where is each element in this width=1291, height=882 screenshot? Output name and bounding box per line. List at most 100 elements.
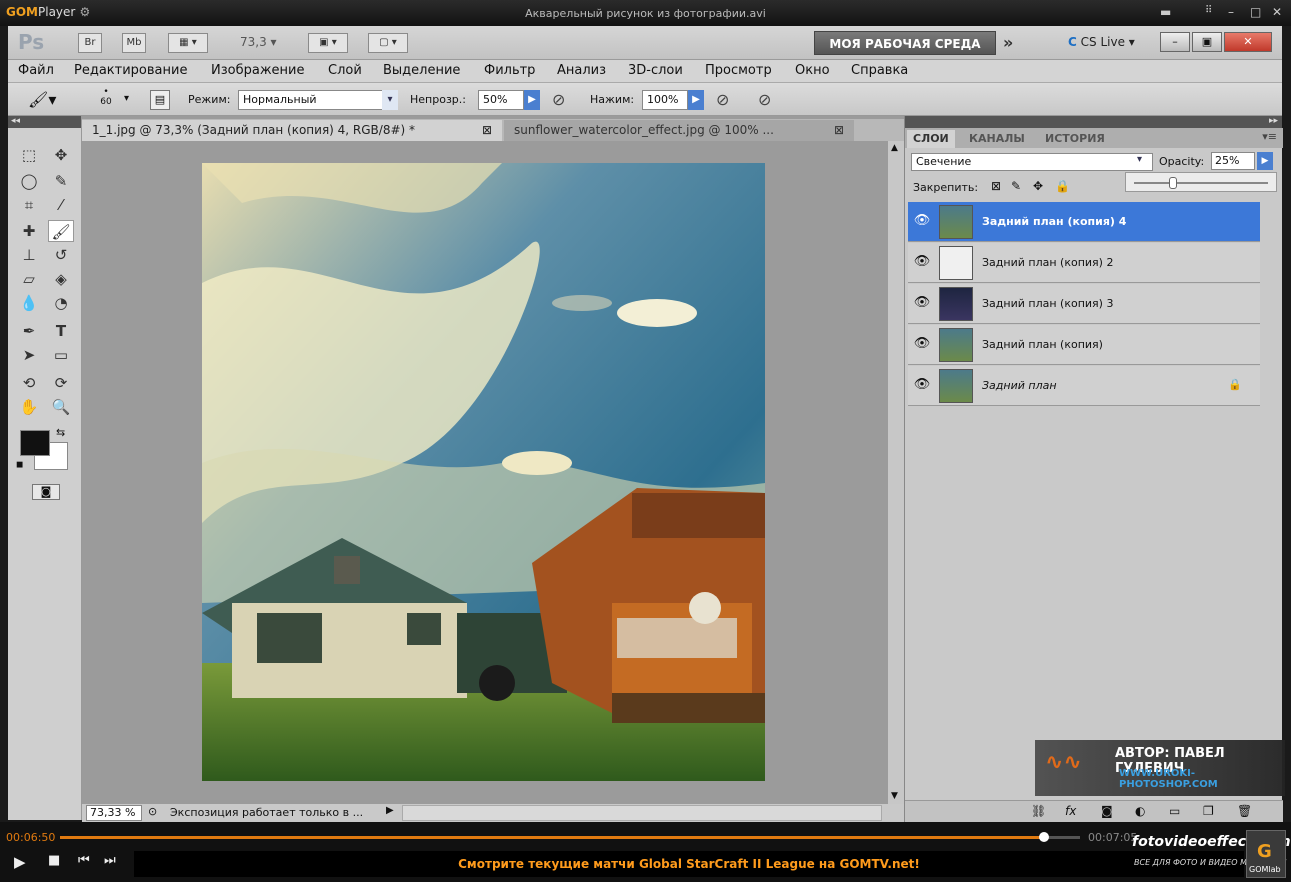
- ps-close-button[interactable]: ✕: [1224, 32, 1272, 52]
- brush-tool-preset-icon[interactable]: 🖌▾: [28, 90, 56, 109]
- flow-slider-icon[interactable]: ▶: [688, 90, 704, 110]
- flow-field[interactable]: 100%: [642, 90, 688, 110]
- panel-menu-icon[interactable]: ▾≡: [1262, 130, 1277, 143]
- menu-help[interactable]: Справка: [851, 63, 908, 78]
- layer-opacity-field[interactable]: 25%: [1211, 152, 1255, 170]
- arrange-documents-button[interactable]: ▣ ▾: [308, 33, 348, 53]
- tab-channels[interactable]: КАНАЛЫ: [963, 130, 1031, 148]
- layer-row[interactable]: 👁 Задний план (копия) 4: [908, 202, 1260, 242]
- foreground-color-swatch[interactable]: [20, 430, 50, 456]
- canvas-vertical-scrollbar[interactable]: ▲ ▼: [888, 141, 904, 806]
- gomlab-logo[interactable]: G GOMlab: [1246, 830, 1286, 878]
- visibility-eye-icon[interactable]: 👁: [911, 333, 933, 355]
- marquee-tool-icon[interactable]: ⬚: [16, 144, 42, 166]
- quick-mask-icon[interactable]: ◙: [32, 484, 60, 500]
- tools-panel-header[interactable]: ◂◂: [8, 116, 81, 128]
- hand-tool-icon[interactable]: ✋: [16, 396, 42, 418]
- bridge-button[interactable]: Br: [78, 33, 102, 53]
- status-menu-arrow-icon[interactable]: ▶: [386, 805, 394, 816]
- doc-tab-inactive[interactable]: sunflower_watercolor_effect.jpg @ 100% .…: [504, 120, 854, 141]
- crop-tool-icon[interactable]: ⌗: [16, 194, 42, 216]
- gom-minimize-mini-icon[interactable]: ▬: [1160, 5, 1171, 19]
- brush-picker-arrow-icon[interactable]: ▾: [124, 93, 129, 104]
- close-tab-icon[interactable]: ⊠: [834, 120, 844, 140]
- lasso-tool-icon[interactable]: ◯: [16, 170, 42, 192]
- status-info-icon[interactable]: ⊙: [148, 805, 157, 818]
- blend-mode-select[interactable]: Свечение: [911, 153, 1153, 171]
- layer-row[interactable]: 👁 Задний план 🔒: [908, 366, 1260, 406]
- close-tab-icon[interactable]: ⊠: [482, 120, 492, 140]
- new-group-icon[interactable]: ▭: [1169, 804, 1180, 818]
- layer-row[interactable]: 👁 Задний план (копия) 3: [908, 284, 1260, 324]
- previous-icon[interactable]: ⏮: [78, 853, 90, 868]
- document-canvas[interactable]: [202, 163, 765, 781]
- seek-bar[interactable]: [60, 832, 1080, 842]
- brush-size-picker[interactable]: • 60: [94, 87, 118, 107]
- gom-restore-icon[interactable]: ⠿: [1205, 5, 1212, 16]
- tablet-opacity-icon[interactable]: ⊘: [552, 90, 565, 109]
- dodge-tool-icon[interactable]: ◔: [48, 292, 74, 314]
- 3d-rotate-tool-icon[interactable]: ⟲: [16, 372, 42, 394]
- menu-select[interactable]: Выделение: [383, 63, 460, 78]
- play-icon[interactable]: ▶: [14, 853, 26, 871]
- pen-tool-icon[interactable]: ✒: [16, 320, 42, 342]
- 3d-orbit-tool-icon[interactable]: ⟳: [48, 372, 74, 394]
- menu-file[interactable]: Файл: [18, 63, 54, 78]
- lock-position-icon[interactable]: ✥: [1033, 179, 1043, 193]
- quick-selection-tool-icon[interactable]: ✎: [48, 170, 74, 192]
- status-zoom-field[interactable]: 73,33 %: [86, 805, 142, 821]
- type-tool-icon[interactable]: T: [48, 320, 74, 342]
- lock-transparency-icon[interactable]: ⊠: [991, 179, 1001, 193]
- workspace-button[interactable]: МОЯ РАБОЧАЯ СРЕДА: [814, 31, 996, 55]
- ps-restore-button[interactable]: ▣: [1192, 32, 1222, 52]
- move-tool-icon[interactable]: ✥: [48, 144, 74, 166]
- menu-layer[interactable]: Слой: [328, 63, 362, 78]
- delete-layer-icon[interactable]: 🗑: [1237, 804, 1252, 818]
- seek-thumb[interactable]: [1039, 832, 1050, 842]
- menu-window[interactable]: Окно: [795, 63, 830, 78]
- history-brush-tool-icon[interactable]: ↺: [48, 244, 74, 266]
- expand-icon[interactable]: ▸▸: [1269, 116, 1278, 126]
- eyedropper-tool-icon[interactable]: ⁄: [48, 194, 74, 216]
- default-colors-icon[interactable]: ◼: [16, 460, 23, 470]
- airbrush-icon[interactable]: ⊘: [716, 90, 729, 109]
- mode-dropdown-icon[interactable]: ▾: [382, 90, 398, 110]
- clone-stamp-tool-icon[interactable]: ⊥: [16, 244, 42, 266]
- tablet-size-icon[interactable]: ⊘: [758, 90, 771, 109]
- lock-pixels-icon[interactable]: ✎: [1011, 179, 1021, 193]
- gom-minimize-icon[interactable]: –: [1228, 5, 1234, 19]
- menu-filter[interactable]: Фильтр: [484, 63, 535, 78]
- gom-maximize-icon[interactable]: □: [1250, 5, 1261, 19]
- brush-panel-toggle-icon[interactable]: ▤: [150, 90, 170, 110]
- layer-row[interactable]: 👁 Задний план (копия) 2: [908, 243, 1260, 283]
- view-extras-button[interactable]: ▦ ▾: [168, 33, 208, 53]
- ticker-banner[interactable]: Смотрите текущие матчи Global StarCraft …: [134, 851, 1244, 877]
- tab-history[interactable]: ИСТОРИЯ: [1039, 130, 1111, 148]
- stop-icon[interactable]: ■: [48, 853, 60, 868]
- opacity-slider-thumb[interactable]: [1169, 177, 1177, 189]
- link-layers-icon[interactable]: ⛓: [1031, 804, 1046, 818]
- menu-edit[interactable]: Редактирование: [74, 63, 187, 78]
- tab-layers[interactable]: СЛОИ: [907, 130, 955, 148]
- scroll-up-icon[interactable]: ▲: [891, 143, 898, 153]
- new-layer-icon[interactable]: ❐: [1203, 804, 1214, 818]
- opacity-slider-track[interactable]: [1134, 182, 1268, 184]
- menu-view[interactable]: Просмотр: [705, 63, 772, 78]
- next-icon[interactable]: ⏭: [104, 853, 116, 868]
- shape-tool-icon[interactable]: ▭: [48, 344, 74, 366]
- layer-style-icon[interactable]: fx: [1065, 804, 1076, 818]
- opacity-slider-popup[interactable]: [1125, 172, 1277, 192]
- blend-mode-dropdown-icon[interactable]: ▾: [1137, 154, 1142, 165]
- canvas-horizontal-scrollbar[interactable]: [402, 805, 882, 821]
- panel-collapse-bar[interactable]: ▸▸: [905, 116, 1282, 128]
- adjustment-layer-icon[interactable]: ◐: [1135, 804, 1145, 818]
- collapse-icon[interactable]: ◂◂: [11, 116, 20, 126]
- visibility-eye-icon[interactable]: 👁: [911, 210, 933, 232]
- path-selection-tool-icon[interactable]: ➤: [16, 344, 42, 366]
- visibility-eye-icon[interactable]: 👁: [911, 374, 933, 396]
- lock-all-icon[interactable]: 🔒: [1055, 179, 1070, 193]
- doc-tab-active[interactable]: 1_1.jpg @ 73,3% (Задний план (копия) 4, …: [82, 120, 502, 141]
- visibility-eye-icon[interactable]: 👁: [911, 292, 933, 314]
- cs-live-button[interactable]: C CS Live ▾: [1068, 35, 1135, 49]
- ps-minimize-button[interactable]: –: [1160, 32, 1190, 52]
